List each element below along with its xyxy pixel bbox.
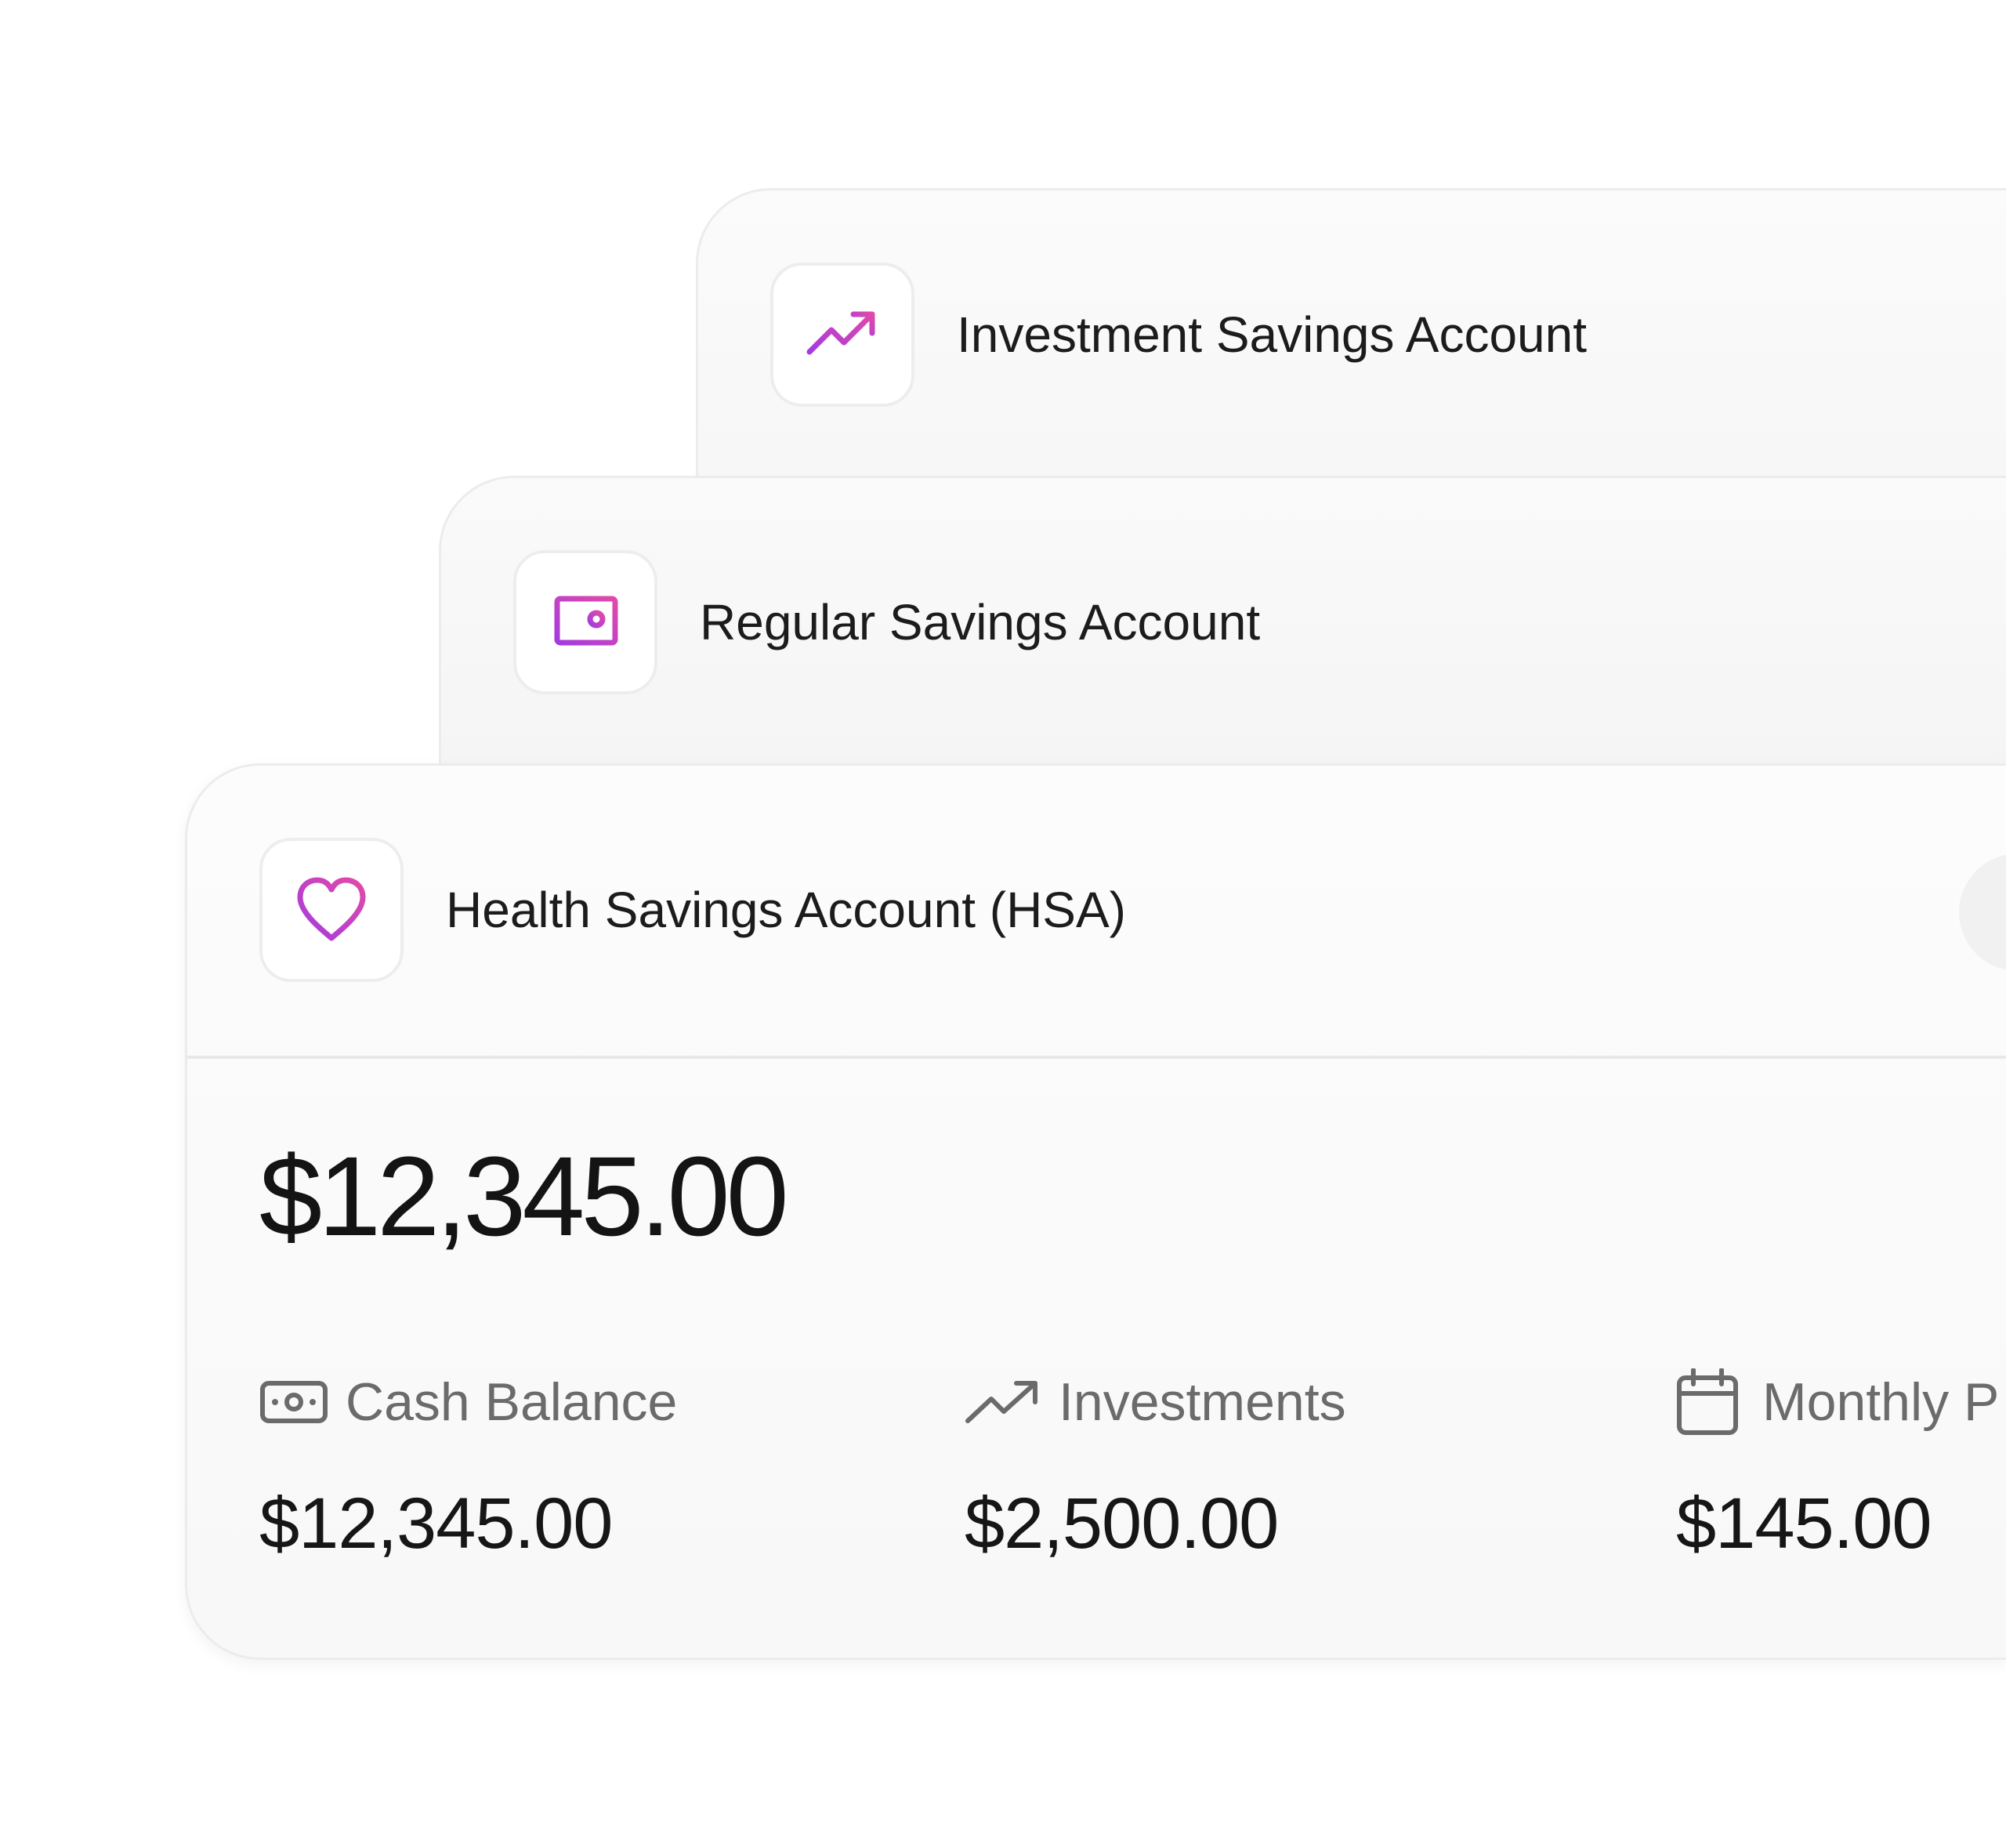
calendar-icon	[1676, 1368, 1762, 1435]
card-title: Investment Savings Account	[957, 306, 1587, 363]
card-header: Investment Savings Account	[698, 190, 2006, 480]
stat-monthly: Monthly P $145.00	[1676, 1368, 2000, 1567]
stat-cash-balance: Cash Balance $12,345.00	[259, 1371, 677, 1567]
stat-label: Cash Balance	[346, 1372, 678, 1432]
regular-savings-card[interactable]: Regular Savings Account	[439, 476, 2006, 813]
cash-icon	[259, 1371, 346, 1433]
safe-icon	[550, 596, 618, 654]
card-header: Regular Savings Account	[441, 478, 2006, 768]
card-header: Health Savings Account (HSA)	[187, 766, 2006, 1059]
stat-label: Investments	[1059, 1372, 1346, 1432]
stat-label: Monthly P	[1762, 1372, 2000, 1432]
card-expand-button[interactable]	[1959, 853, 2006, 971]
stat-value: $2,500.00	[965, 1484, 1279, 1564]
health-savings-card[interactable]: Health Savings Account (HSA) $12,345.00 …	[185, 763, 2006, 1660]
card-icon-box	[513, 550, 657, 694]
trending-up-icon	[965, 1371, 1059, 1433]
card-icon-box	[770, 263, 914, 407]
trending-up-icon	[806, 311, 875, 355]
stat-value: $145.00	[1676, 1484, 1932, 1564]
stat-investments: Investments $2,500.00	[965, 1371, 1346, 1567]
stat-value: $12,345.00	[259, 1484, 613, 1564]
card-icon-box	[259, 838, 404, 982]
card-title: Regular Savings Account	[700, 594, 1261, 650]
account-card-stack: Investment Savings Account Regular Savin…	[0, 0, 2006, 1848]
heart-icon	[297, 877, 366, 941]
account-balance: $12,345.00	[259, 1133, 789, 1259]
card-title: Health Savings Account (HSA)	[446, 882, 1126, 938]
investment-savings-card[interactable]: Investment Savings Account	[696, 188, 2006, 525]
